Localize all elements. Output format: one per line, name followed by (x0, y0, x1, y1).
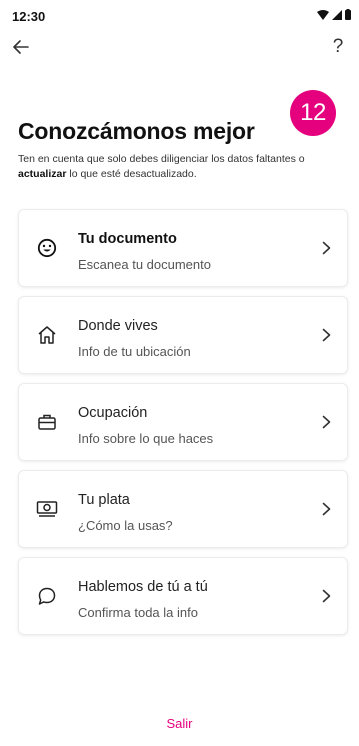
status-bar: 12:30 (0, 0, 359, 30)
status-icons (317, 9, 351, 20)
help-button[interactable]: ? (327, 34, 349, 60)
card-title: Tu documento (78, 231, 177, 247)
page-title: Conozcámonos mejor (18, 118, 255, 144)
nav-bar: ? (0, 30, 359, 64)
card-hablemos[interactable]: Hablemos de tú a tú Confirma toda la inf… (19, 558, 347, 634)
chevron-right-icon (319, 499, 333, 519)
subtitle-text: Ten en cuenta que solo debes diligenciar… (18, 153, 305, 165)
chevron-right-icon (319, 586, 333, 606)
money-icon (36, 498, 58, 520)
chevron-right-icon (319, 325, 333, 345)
page-subtitle: Ten en cuenta que solo debes diligenciar… (18, 152, 338, 182)
card-ocupacion[interactable]: Ocupación Info sobre lo que haces (19, 384, 347, 460)
card-subtitle: Escanea tu documento (78, 257, 211, 272)
card-subtitle: Confirma toda la info (78, 605, 198, 620)
home-icon (36, 324, 58, 346)
briefcase-icon (36, 411, 58, 433)
exit-link[interactable]: Salir (0, 716, 359, 731)
card-tu-documento[interactable]: Tu documento Escanea tu documento (19, 210, 347, 286)
chat-icon (36, 585, 58, 607)
chevron-right-icon (319, 238, 333, 258)
card-title: Donde vives (78, 318, 158, 334)
chevron-right-icon (319, 412, 333, 432)
card-title: Tu plata (78, 492, 130, 508)
card-subtitle: Info sobre lo que haces (78, 431, 214, 446)
card-subtitle: ¿Cómo la usas? (78, 518, 173, 533)
card-subtitle: Info de tu ubicación (78, 344, 191, 359)
face-icon (36, 237, 58, 259)
signal-icon (332, 9, 342, 20)
step-badge: 12 (290, 90, 336, 136)
arrow-left-icon (13, 40, 29, 54)
battery-icon (345, 9, 351, 20)
subtitle-bold: actualizar (18, 168, 67, 180)
card-title: Ocupación (78, 405, 148, 421)
card-donde-vives[interactable]: Donde vives Info de tu ubicación (19, 297, 347, 373)
card-title: Hablemos de tú a tú (78, 579, 208, 595)
subtitle-text-end: lo que esté desactualizado. (66, 168, 197, 180)
status-time: 12:30 (12, 9, 46, 24)
back-button[interactable] (8, 34, 34, 60)
wifi-icon (317, 9, 329, 20)
card-tu-plata[interactable]: Tu plata ¿Cómo la usas? (19, 471, 347, 547)
